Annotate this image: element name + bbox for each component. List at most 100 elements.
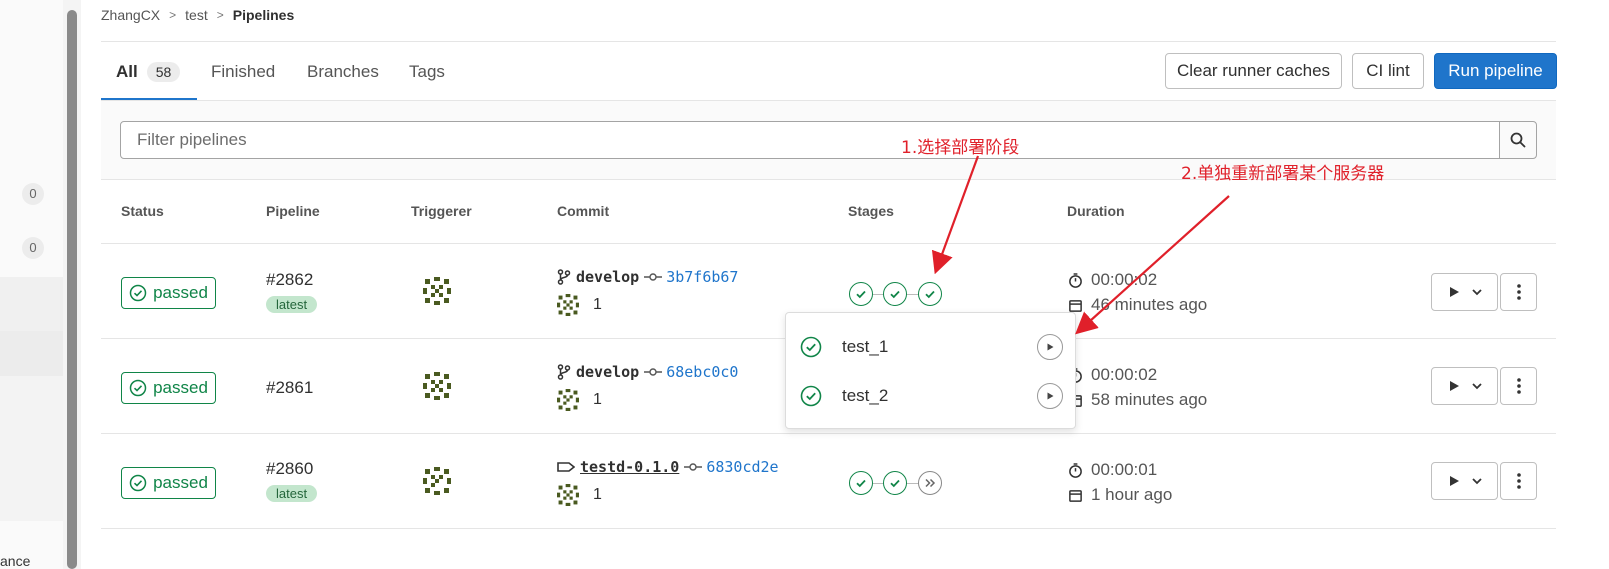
- latest-badge: latest: [266, 485, 318, 502]
- avatar[interactable]: [423, 372, 451, 400]
- status-label: passed: [153, 378, 208, 397]
- finished-time: 1 hour ago: [1068, 485, 1172, 505]
- tab-finished[interactable]: Finished: [211, 57, 275, 87]
- clear-runner-caches-button[interactable]: Clear runner caches: [1165, 53, 1342, 89]
- finished-time: 58 minutes ago: [1068, 390, 1207, 410]
- job-name: test_2: [842, 386, 889, 405]
- manual-actions-dropdown[interactable]: [1431, 273, 1498, 311]
- commit-sha-link[interactable]: 6830cd2e: [706, 458, 778, 476]
- tab-label: All: [116, 62, 138, 81]
- commit-sha-link[interactable]: 68ebc0c0: [666, 363, 738, 381]
- avatar[interactable]: [557, 389, 579, 411]
- manual-actions-dropdown[interactable]: [1431, 462, 1498, 500]
- timer-icon: [1069, 272, 1082, 288]
- divider: [101, 433, 1556, 434]
- avatar[interactable]: [423, 467, 451, 495]
- stage-success-icon[interactable]: [918, 282, 942, 306]
- stage-success-icon[interactable]: [883, 282, 907, 306]
- sidebar-count-badge: 0: [22, 183, 44, 205]
- tab-branches[interactable]: Branches: [307, 57, 379, 87]
- more-actions-button[interactable]: [1500, 273, 1537, 311]
- finished-value: 58 minutes ago: [1091, 390, 1208, 409]
- status-badge[interactable]: passed: [121, 372, 216, 404]
- avatar[interactable]: [557, 294, 579, 316]
- more-actions-button[interactable]: [1500, 367, 1537, 405]
- sidebar-item-active[interactable]: [0, 331, 63, 376]
- column-header-commit: Commit: [557, 203, 610, 219]
- sidebar-item-label[interactable]: ance: [0, 553, 30, 569]
- column-header-duration: Duration: [1067, 203, 1125, 219]
- more-actions-button[interactable]: [1500, 462, 1537, 500]
- tag-link[interactable]: testd-0.1.0: [580, 458, 679, 476]
- tab-all[interactable]: All 58: [116, 57, 181, 87]
- breadcrumb-link-group[interactable]: ZhangCX: [101, 7, 160, 23]
- commit-message-link[interactable]: 1: [593, 486, 602, 504]
- job-item-test-2[interactable]: test_2: [786, 376, 1075, 416]
- finished-time: 46 minutes ago: [1068, 295, 1207, 315]
- sidebar-item[interactable]: [0, 277, 63, 331]
- breadcrumb-link-project[interactable]: test: [185, 7, 208, 23]
- duration: 00:00:02: [1068, 365, 1157, 385]
- branch-icon: [557, 269, 571, 285]
- branch-link[interactable]: develop: [576, 363, 639, 381]
- divider: [101, 243, 1556, 244]
- pipeline-count-badge: 58: [146, 62, 181, 82]
- divider: [101, 528, 1556, 529]
- pipeline-id-link[interactable]: #2861: [266, 378, 313, 398]
- tab-tags[interactable]: Tags: [409, 57, 445, 87]
- retry-job-button[interactable]: [1037, 334, 1063, 360]
- search-icon: [1510, 132, 1526, 148]
- scrollbar-thumb[interactable]: [67, 10, 77, 569]
- annotation-redeploy-server: 2.单独重新部署某个服务器: [1181, 164, 1385, 184]
- duration-value: 00:00:02: [1091, 270, 1158, 289]
- timer-icon: [1069, 462, 1082, 478]
- branch-link[interactable]: develop: [576, 268, 639, 286]
- play-icon: [1047, 343, 1054, 351]
- avatar[interactable]: [557, 484, 579, 506]
- stage-skipped-icon[interactable]: [918, 471, 942, 495]
- annotation-select-stage: 1.选择部署阶段: [901, 138, 1020, 158]
- commit-message-link[interactable]: 1: [593, 296, 602, 314]
- row-actions: [1431, 367, 1537, 405]
- pipeline-id-link[interactable]: #2860: [266, 459, 313, 479]
- job-success-icon: [800, 336, 822, 358]
- check-circle-icon: [129, 284, 147, 302]
- pipeline-id-link[interactable]: #2862: [266, 270, 313, 290]
- breadcrumb-current[interactable]: Pipelines: [233, 7, 294, 23]
- run-pipeline-button[interactable]: Run pipeline: [1434, 53, 1557, 89]
- sidebar-item[interactable]: [0, 376, 63, 521]
- commit-author: 1: [557, 389, 602, 411]
- play-icon: [1449, 381, 1459, 391]
- commit-message-link[interactable]: 1: [593, 391, 602, 409]
- commit-author: 1: [557, 294, 602, 316]
- stage-success-icon[interactable]: [849, 282, 873, 306]
- calendar-icon: [1069, 489, 1082, 502]
- filter-search-button[interactable]: [1499, 121, 1537, 159]
- branch-icon: [557, 364, 571, 380]
- kebab-icon: [1516, 284, 1521, 300]
- commit-ref: develop 3b7f6b67: [557, 268, 738, 286]
- commit-ref: testd-0.1.0 6830cd2e: [557, 458, 779, 476]
- commit-icon: [644, 273, 663, 281]
- chevron-down-icon: [1471, 478, 1482, 485]
- job-item-test-1[interactable]: test_1: [786, 327, 1075, 367]
- duration-value: 00:00:01: [1091, 460, 1158, 479]
- breadcrumb: ZhangCX > test > Pipelines: [101, 4, 294, 26]
- chevron-down-icon: [1471, 289, 1482, 296]
- job-name: test_1: [842, 337, 889, 356]
- retry-job-button[interactable]: [1037, 383, 1063, 409]
- filter-pipelines-input[interactable]: [120, 121, 1500, 159]
- status-badge[interactable]: passed: [121, 277, 216, 309]
- avatar[interactable]: [423, 277, 451, 305]
- commit-icon: [684, 463, 703, 471]
- commit-author: 1: [557, 484, 602, 506]
- status-badge[interactable]: passed: [121, 467, 216, 499]
- calendar-icon: [1069, 299, 1082, 312]
- divider: [101, 41, 1556, 42]
- commit-sha-link[interactable]: 3b7f6b67: [666, 268, 738, 286]
- manual-actions-dropdown[interactable]: [1431, 367, 1498, 405]
- stage-success-icon[interactable]: [849, 471, 873, 495]
- status-label: passed: [153, 283, 208, 302]
- ci-lint-button[interactable]: CI lint: [1352, 53, 1424, 89]
- stage-success-icon[interactable]: [883, 471, 907, 495]
